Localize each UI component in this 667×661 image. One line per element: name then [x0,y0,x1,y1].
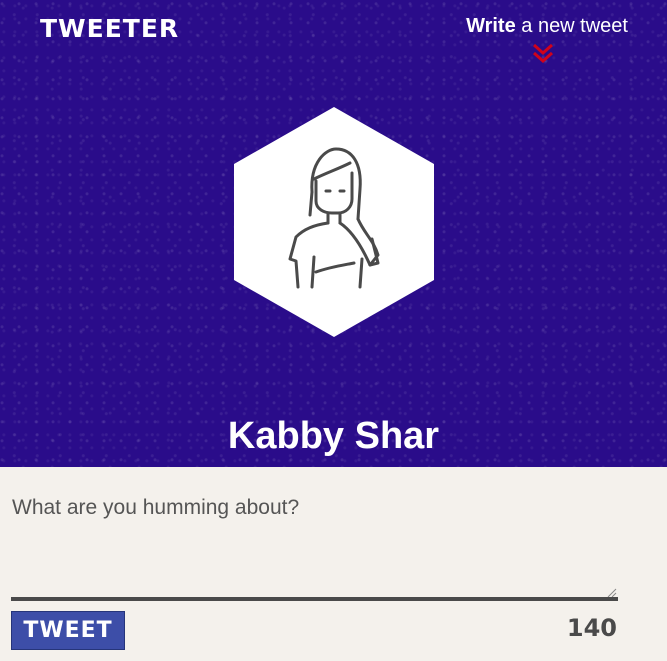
tweet-input[interactable] [11,492,618,596]
profile-header: TWEETER Write a new tweet Kabby Shar [0,0,667,467]
input-underline [11,597,618,601]
compose-area: TWEET 140 [0,467,667,661]
write-link-text: a new tweet [515,15,628,37]
character-counter: 140 [566,614,617,642]
double-chevron-down-icon[interactable] [530,42,556,64]
tweet-button[interactable]: TWEET [11,611,125,650]
profile-name: Kabby Shar [227,415,440,457]
write-new-tweet-link[interactable]: Write a new tweet [466,15,628,38]
brand-logo: TWEETER [40,14,180,43]
write-link-bold: Write [466,15,516,37]
avatar-hexagon [234,107,434,337]
